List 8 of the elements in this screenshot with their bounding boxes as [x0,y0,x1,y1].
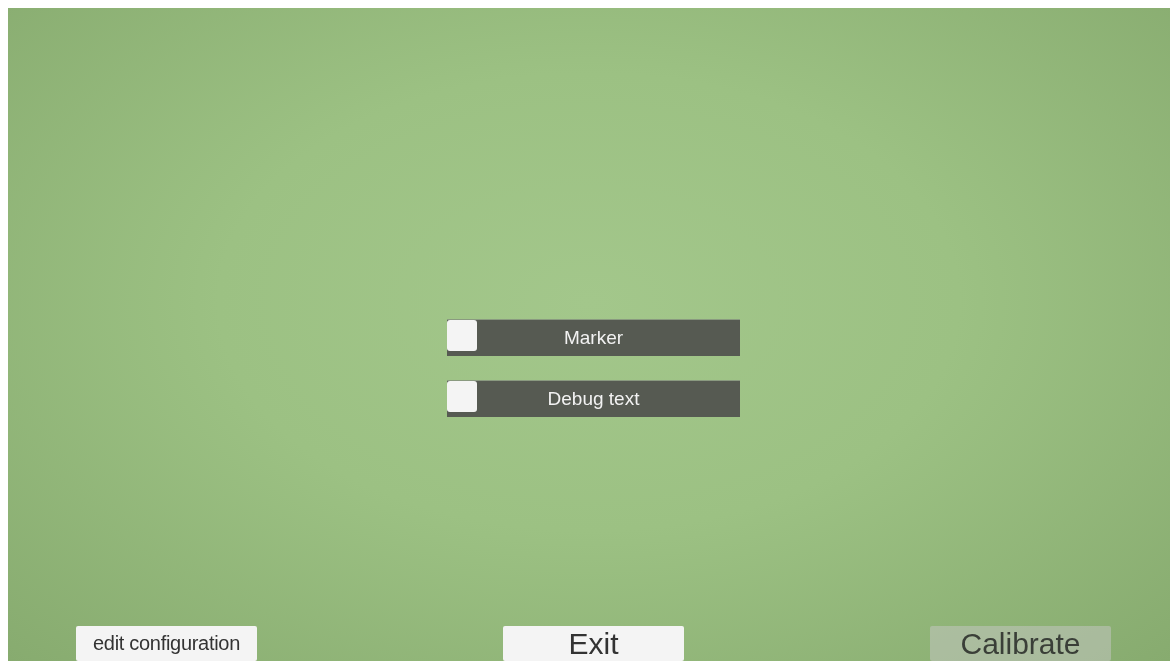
toggle-row[interactable]: Marker [447,319,740,356]
toggle-label: Marker [562,327,625,349]
toggle-row[interactable]: Debug text [447,380,740,417]
checkbox[interactable] [447,381,477,412]
checkbox[interactable] [447,320,477,351]
button[interactable]: edit configuration [76,626,257,661]
toggle-label: Debug text [546,388,641,410]
button[interactable]: Exit [503,626,684,661]
